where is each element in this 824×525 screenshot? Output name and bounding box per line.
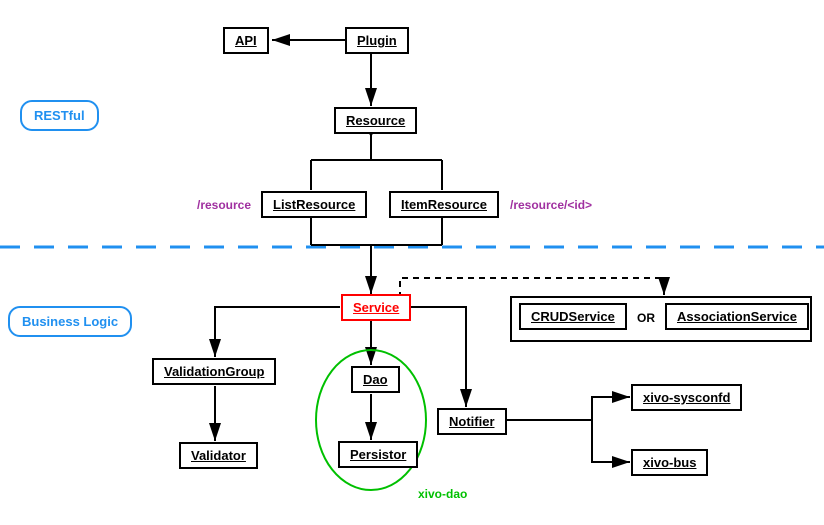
edge-notifier-sysconfd [497,397,630,420]
node-validation-group: ValidationGroup [152,358,276,385]
node-list-resource: ListResource [261,191,367,218]
layer-restful: RESTful [20,100,99,131]
node-validator: Validator [179,442,258,469]
layer-business: Business Logic [8,306,132,337]
label-item-path: /resource/<id> [510,198,592,212]
node-xivo-bus: xivo-bus [631,449,708,476]
node-plugin: Plugin [345,27,409,54]
node-dao: Dao [351,366,400,393]
node-item-resource: ItemResource [389,191,499,218]
node-api: API [223,27,269,54]
node-xivo-sysconfd: xivo-sysconfd [631,384,742,411]
label-xivo-dao: xivo-dao [418,487,467,501]
node-persistor: Persistor [338,441,418,468]
node-crud-service: CRUDService [519,303,627,330]
edge-service-notifier [401,307,466,407]
edge-notifier-bus [592,420,630,462]
edge-service-crud [400,278,664,298]
label-or: OR [637,311,655,325]
node-notifier: Notifier [437,408,507,435]
edge-service-validation [215,307,340,357]
label-resource-path: /resource [197,198,251,212]
diagram-canvas: RESTful Business Logic API Plugin Resour… [0,0,824,525]
node-resource: Resource [334,107,417,134]
node-service: Service [341,294,411,321]
node-association-service: AssociationService [665,303,809,330]
